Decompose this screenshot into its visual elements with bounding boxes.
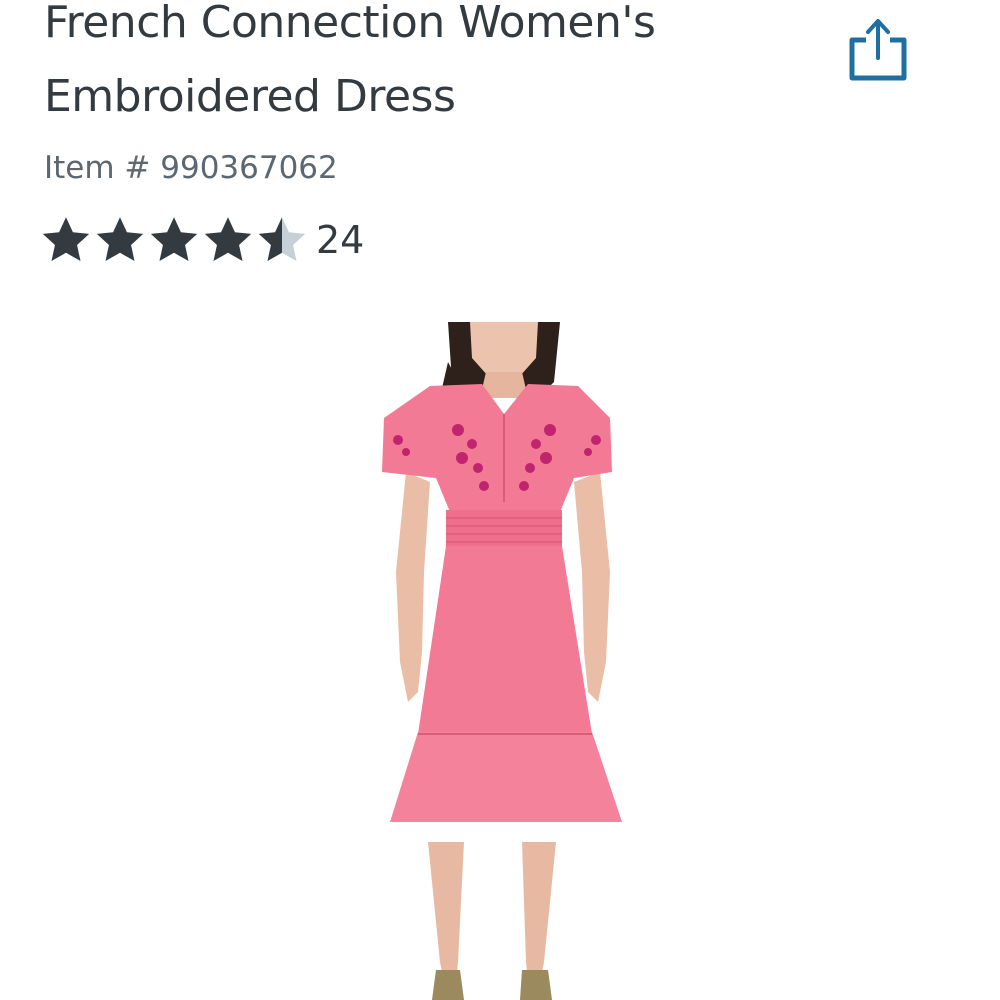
product-page: French Connection Women's Embroidered Dr… <box>0 0 1000 1000</box>
product-title: French Connection Women's Embroidered Dr… <box>44 0 656 122</box>
star-filled-icon <box>204 217 252 262</box>
dress-waist <box>446 510 562 546</box>
left-shoe <box>432 970 464 1000</box>
share-icon <box>849 19 907 81</box>
star-filled-icon <box>96 217 144 262</box>
right-shoe <box>520 970 552 1000</box>
dress-skirt <box>418 546 592 734</box>
star-filled-icon <box>150 217 198 262</box>
left-arm <box>396 472 430 702</box>
star-rating <box>40 214 310 266</box>
dress-photo[interactable] <box>360 322 650 1000</box>
left-leg <box>428 842 464 982</box>
share-button[interactable] <box>844 16 910 82</box>
star-half-icon <box>258 217 306 262</box>
right-leg <box>522 842 556 982</box>
review-count: 24 <box>316 218 365 262</box>
star-filled-icon <box>42 217 90 262</box>
item-number: Item # 990367062 <box>44 150 338 186</box>
rating-summary[interactable]: 24 <box>40 212 364 268</box>
dress-ruffle <box>390 732 622 822</box>
